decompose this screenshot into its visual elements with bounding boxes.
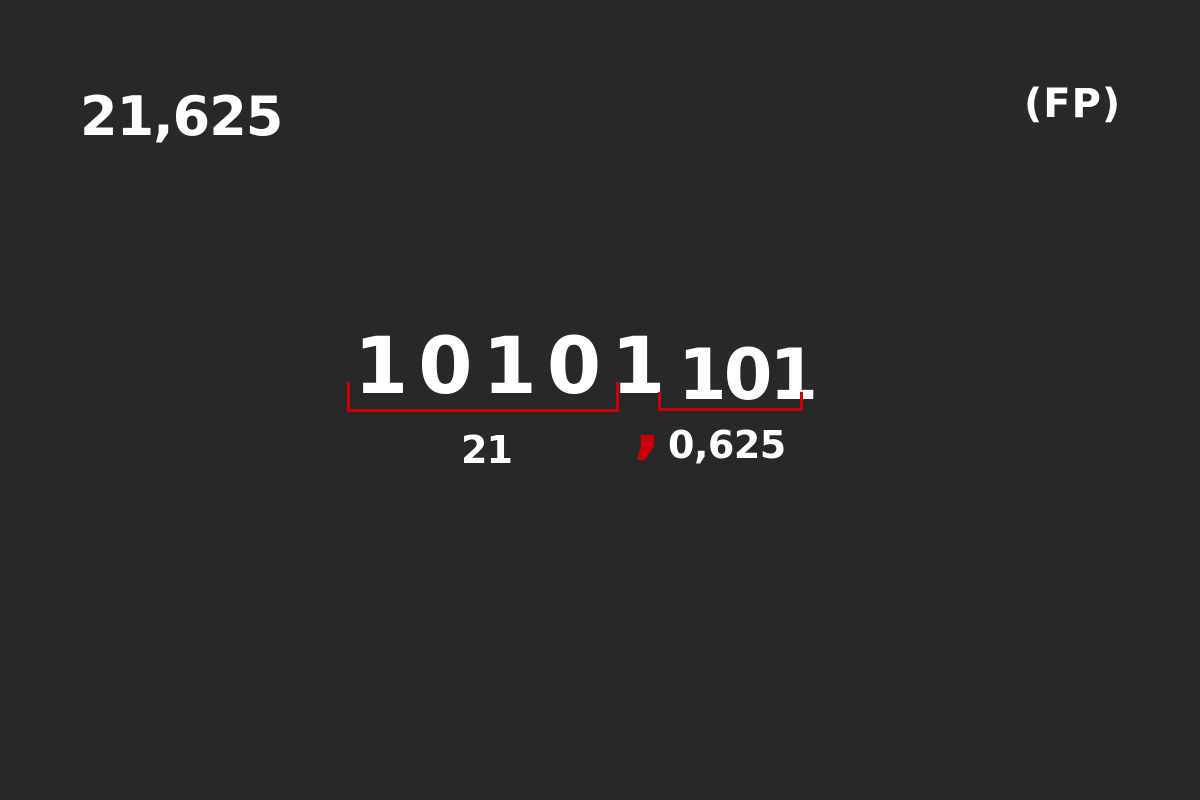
decimal-number: 21,625 (80, 85, 283, 148)
integer-part-value: 21 (461, 428, 513, 472)
fraction-part-value: 0,625 (668, 423, 786, 467)
integer-part-bracket (347, 382, 619, 412)
format-label: (FP) (1024, 81, 1122, 127)
fraction-part-bracket (658, 392, 803, 411)
